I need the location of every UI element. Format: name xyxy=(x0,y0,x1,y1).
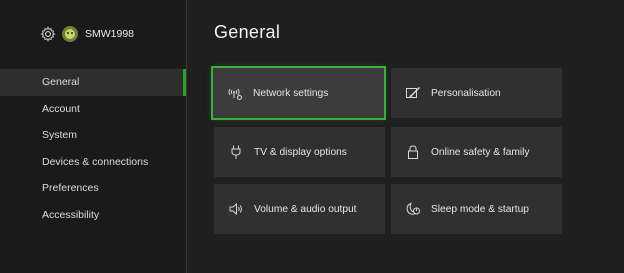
sidebar-item-preferences[interactable]: Preferences xyxy=(0,175,186,202)
sidebar-nav: General Account System Devices & connect… xyxy=(0,69,186,228)
tile-tv-display-options[interactable]: TV & display options xyxy=(214,127,385,177)
profile-header: SMW1998 xyxy=(40,24,134,44)
tile-online-safety-family[interactable]: Online safety & family xyxy=(391,127,562,177)
tile-network-settings[interactable]: Network settings xyxy=(211,66,386,120)
sidebar-item-account[interactable]: Account xyxy=(0,96,186,123)
lock-icon xyxy=(408,145,418,159)
avatar-face xyxy=(65,29,75,39)
tile-label: Online safety & family xyxy=(431,146,530,158)
page-title: General xyxy=(214,22,281,42)
sidebar: SMW1998 General Account System Devices &… xyxy=(0,0,186,273)
personalisation-icon xyxy=(406,87,420,98)
tile-label: Network settings xyxy=(253,87,329,99)
gear-icon[interactable] xyxy=(40,26,56,42)
tile-label: Sleep mode & startup xyxy=(431,203,529,215)
sidebar-item-accessibility[interactable]: Accessibility xyxy=(0,202,186,229)
sidebar-item-devices-connections[interactable]: Devices & connections xyxy=(0,149,186,176)
network-icon xyxy=(228,88,242,100)
sidebar-item-label: General xyxy=(42,76,80,88)
sidebar-item-label: Account xyxy=(42,102,80,115)
sidebar-item-system[interactable]: System xyxy=(0,122,186,149)
avatar[interactable] xyxy=(62,26,78,42)
tile-label: Personalisation xyxy=(431,87,501,99)
sidebar-item-general[interactable]: General xyxy=(0,69,186,96)
tile-sleep-mode-startup[interactable]: Sleep mode & startup xyxy=(391,184,562,234)
settings-screen: SMW1998 General Account System Devices &… xyxy=(0,0,624,273)
tv-plug-icon xyxy=(231,145,241,159)
sidebar-item-label: System xyxy=(42,129,78,141)
tile-personalisation[interactable]: Personalisation xyxy=(391,68,562,118)
tile-label: TV & display options xyxy=(254,146,347,158)
avatar-eye xyxy=(67,32,69,34)
sidebar-item-label: Devices & connections xyxy=(42,155,149,168)
gamertag: SMW1998 xyxy=(85,28,135,40)
speaker-icon xyxy=(229,202,242,216)
sidebar-item-label: Accessibility xyxy=(42,208,100,221)
sidebar-item-label: Preferences xyxy=(42,182,99,194)
avatar-eye xyxy=(71,32,73,34)
tile-label: Volume & audio output xyxy=(254,203,357,215)
sidebar-divider xyxy=(186,0,187,273)
tile-volume-audio-output[interactable]: Volume & audio output xyxy=(214,184,385,234)
sleep-power-icon xyxy=(406,202,420,215)
